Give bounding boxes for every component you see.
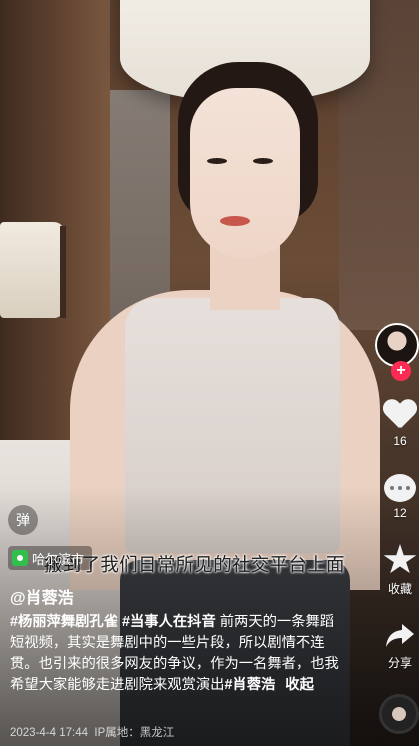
author-name[interactable]: @肖蓉浩 (10, 584, 74, 608)
location-tag[interactable]: 哈尔滨市 (8, 546, 93, 570)
hashtag[interactable]: #当事人在抖音 (122, 614, 216, 630)
share-button[interactable]: 分享 (375, 620, 419, 671)
comment-count: 12 (393, 506, 407, 520)
like-button[interactable]: 16 (375, 400, 419, 448)
comment-icon (384, 474, 416, 502)
post-meta: 2023-4-4 17:44 IP属地：黑龙江 (10, 724, 174, 740)
follow-button[interactable]: + (391, 361, 411, 381)
ip-location: IP属地：黑龙江 (94, 727, 175, 739)
favorite-button[interactable]: 收藏 (375, 544, 419, 597)
location-label: 哈尔滨市 (32, 551, 85, 567)
heart-icon (383, 400, 417, 430)
person-eye (253, 158, 273, 164)
share-icon (383, 620, 417, 650)
music-disc-icon[interactable] (379, 694, 419, 734)
danmu-toggle-button[interactable]: 弹 (8, 505, 38, 535)
star-icon (383, 544, 417, 574)
person-eye (207, 158, 227, 164)
favorite-label: 收藏 (387, 582, 412, 596)
person-lips (220, 216, 250, 226)
location-pin-icon (12, 550, 28, 566)
collapse-caption-button[interactable]: 收起 (285, 677, 314, 693)
lamp-stand (60, 226, 66, 318)
comment-button[interactable]: 12 (375, 474, 419, 520)
author-avatar[interactable] (375, 323, 419, 367)
video-caption: #杨丽萍舞剧孔雀 #当事人在抖音 前两天的一条舞蹈短视频，其实是舞剧中的一些片段… (10, 612, 340, 696)
side-lamp (0, 222, 64, 318)
like-count: 16 (393, 434, 407, 448)
post-datetime: 2023-4-4 17:44 (10, 727, 89, 739)
person-face (190, 88, 300, 258)
hashtag[interactable]: #肖蓉浩 (224, 677, 275, 693)
hashtag[interactable]: #杨丽萍舞剧孔雀 (10, 614, 118, 630)
share-label: 分享 (387, 656, 412, 670)
